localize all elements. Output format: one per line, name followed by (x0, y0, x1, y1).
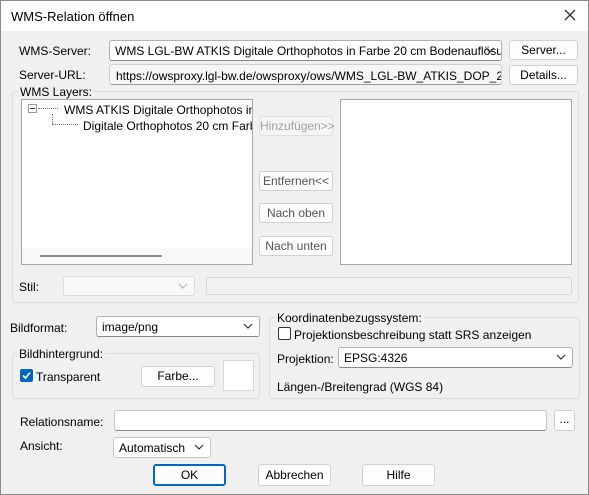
details-button[interactable]: Details... (509, 65, 578, 85)
add-button[interactable]: Hinzufügen>> (259, 116, 335, 136)
transparent-checkbox[interactable] (20, 369, 33, 382)
url-value: https://owsproxy.lgl-bw.de/owsproxy/ows/… (116, 69, 502, 83)
projection-select[interactable]: EPSG:4326 (338, 347, 573, 368)
chevron-down-icon (178, 283, 188, 289)
layers-tree[interactable]: WMS ATKIS Digitale Orthophotos in Farbe … (21, 99, 253, 265)
style-description-field (206, 277, 572, 295)
projection-label: Projektion: (277, 352, 334, 366)
layers-group-title: WMS Layers: (18, 85, 95, 99)
projection-description-checkbox[interactable] (278, 327, 291, 340)
projection-description: Längen-/Breitengrad (WGS 84) (277, 380, 444, 394)
projection-value: EPSG:4326 (344, 351, 408, 365)
style-label: Stil: (19, 280, 40, 294)
server-label: WMS-Server: (19, 44, 91, 58)
relation-name-label: Relationsname: (20, 415, 104, 429)
close-icon[interactable] (562, 7, 578, 23)
chevron-down-icon (485, 47, 495, 53)
check-icon (22, 371, 31, 380)
server-value: WMS LGL-BW ATKIS Digitale Orthophotos in… (115, 44, 502, 58)
chevron-down-icon (194, 444, 204, 450)
remove-button[interactable]: Entfernen<< (259, 171, 333, 191)
help-button[interactable]: Hilfe (362, 464, 435, 486)
tree-collapse-toggle[interactable] (28, 104, 37, 113)
relation-name-input[interactable] (114, 410, 547, 431)
relation-browse-button[interactable]: ... (554, 410, 575, 431)
chevron-down-icon (556, 354, 566, 360)
cancel-button[interactable]: Abbrechen (258, 464, 331, 486)
tree-item-root[interactable]: WMS ATKIS Digitale Orthophotos in Farbe … (64, 103, 252, 117)
format-label: Bildformat: (10, 321, 68, 335)
scrollbar-thumb[interactable] (40, 255, 162, 257)
ok-button[interactable]: OK (153, 464, 226, 486)
move-down-button[interactable]: Nach unten (259, 236, 333, 256)
move-up-button[interactable]: Nach oben (259, 203, 333, 223)
tree-item-layer[interactable]: Digitale Orthophotos 20 cm Farbe gerende… (83, 119, 252, 133)
color-swatch[interactable] (223, 360, 254, 391)
window-title: WMS-Relation öffnen (11, 9, 135, 24)
dialog-window: WMS-Relation öffnen WMS-Server: WMS LGL-… (0, 0, 589, 495)
chevron-down-icon (243, 323, 253, 329)
title-bar[interactable]: WMS-Relation öffnen (1, 1, 588, 31)
view-select[interactable]: Automatisch (113, 437, 211, 458)
format-value: image/png (102, 320, 159, 334)
server-button[interactable]: Server... (509, 40, 578, 60)
color-button[interactable]: Farbe... (141, 366, 215, 387)
background-group-title: Bildhintergrund: (17, 347, 106, 361)
url-field: https://owsproxy.lgl-bw.de/owsproxy/ows/… (109, 64, 502, 85)
view-value: Automatisch (119, 441, 186, 455)
crs-group-title: Koordinatenbezugssystem: (275, 311, 424, 325)
view-label: Ansicht: (20, 439, 63, 453)
url-label: Server-URL: (19, 68, 86, 82)
format-select[interactable]: image/png (96, 316, 260, 337)
tree-scrollbar[interactable] (22, 248, 252, 264)
style-select[interactable] (63, 276, 195, 296)
selected-layers-list[interactable] (340, 99, 572, 265)
server-select[interactable]: WMS LGL-BW ATKIS Digitale Orthophotos in… (109, 40, 502, 61)
projection-description-label: Projektionsbeschreibung statt SRS anzeig… (294, 328, 532, 342)
transparent-label: Transparent (36, 370, 101, 384)
